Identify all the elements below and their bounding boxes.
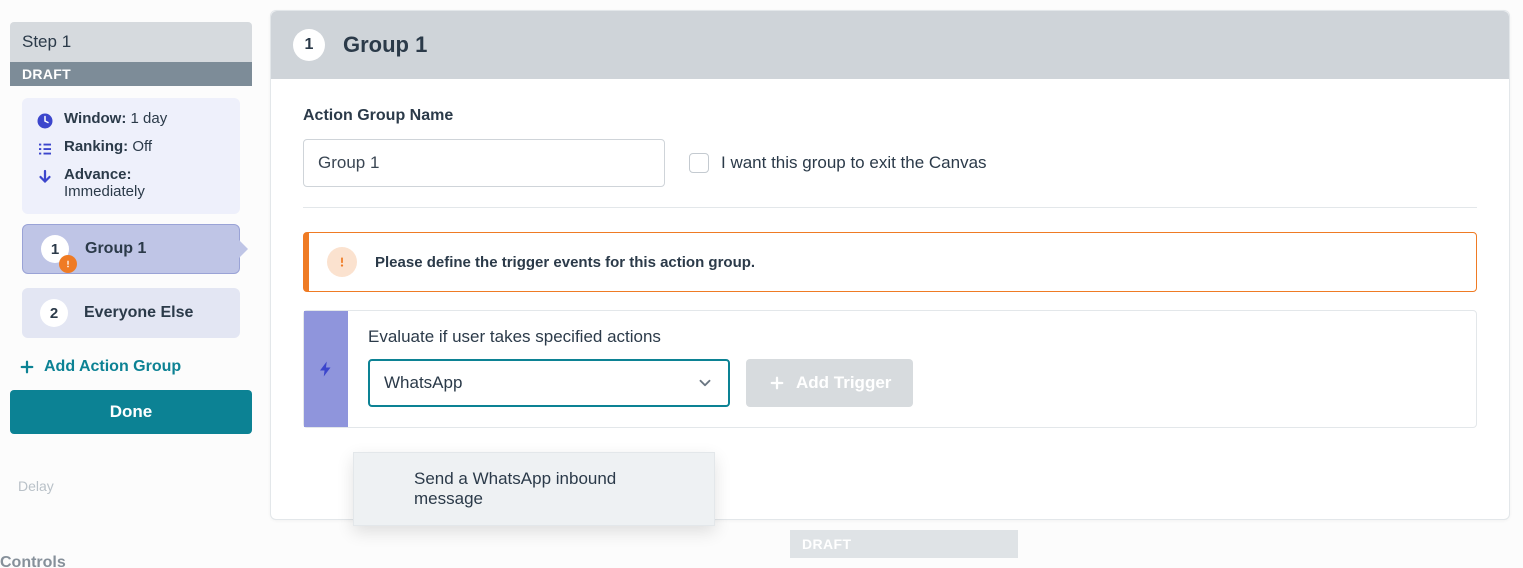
footer-draft-label: DRAFT bbox=[802, 536, 851, 552]
summary-ranking: Ranking: Off bbox=[36, 138, 226, 158]
warning-icon bbox=[59, 255, 77, 273]
advance-value: Immediately bbox=[64, 183, 145, 200]
exit-canvas-row[interactable]: I want this group to exit the Canvas bbox=[689, 153, 987, 173]
exit-canvas-checkbox[interactable] bbox=[689, 153, 709, 173]
ranking-value: Off bbox=[132, 138, 152, 155]
background-delay-label: Delay bbox=[18, 478, 54, 494]
done-button-label: Done bbox=[110, 402, 153, 421]
main-body: Action Group Name I want this group to e… bbox=[271, 79, 1509, 438]
plus-icon bbox=[18, 358, 36, 376]
plus-icon bbox=[768, 374, 786, 392]
name-field-row: I want this group to exit the Canvas bbox=[303, 139, 1477, 187]
evaluate-label: Evaluate if user takes specified actions bbox=[368, 327, 1456, 347]
step-header: Step 1 bbox=[10, 22, 252, 62]
header-number-badge: 1 bbox=[293, 29, 325, 61]
divider bbox=[303, 207, 1477, 208]
advance-label: Advance: bbox=[64, 166, 132, 183]
summary-advance: Advance:Immediately bbox=[36, 166, 226, 200]
group-list: 1 Group 1 2 Everyone Else bbox=[10, 224, 252, 338]
ranking-icon bbox=[36, 140, 54, 158]
step-label: Step 1 bbox=[22, 32, 71, 51]
done-button[interactable]: Done bbox=[10, 390, 252, 434]
sidebar-group-2-label: Everyone Else bbox=[84, 304, 193, 322]
window-label: Window: bbox=[64, 110, 126, 127]
name-field-label: Action Group Name bbox=[303, 107, 1477, 125]
sidebar-group-1[interactable]: 1 Group 1 bbox=[22, 224, 240, 274]
sidebar-group-2-number: 2 bbox=[40, 299, 68, 327]
background-controls-label: Controls bbox=[0, 554, 66, 568]
evaluate-block: Evaluate if user takes specified actions… bbox=[303, 310, 1477, 428]
sidebar-group-1-label: Group 1 bbox=[85, 240, 146, 258]
ranking-label: Ranking: bbox=[64, 138, 128, 155]
page-title: Group 1 bbox=[343, 32, 427, 58]
evaluate-body: Evaluate if user takes specified actions… bbox=[348, 311, 1476, 427]
footer-draft-pill: DRAFT bbox=[790, 530, 1018, 558]
main-panel: 1 Group 1 Action Group Name I want this … bbox=[270, 10, 1510, 520]
trigger-type-value: WhatsApp bbox=[384, 373, 462, 393]
summary-window: Window: 1 day bbox=[36, 110, 226, 130]
trigger-type-dropdown: Send a WhatsApp inbound message bbox=[353, 452, 715, 526]
sidebar: Step 1 DRAFT Window: 1 day Ranking: Off bbox=[10, 22, 252, 434]
main-header: 1 Group 1 bbox=[271, 11, 1509, 79]
alert-message: Please define the trigger events for thi… bbox=[375, 254, 755, 271]
clock-icon bbox=[36, 112, 54, 130]
alert-banner: Please define the trigger events for thi… bbox=[303, 232, 1477, 292]
bolt-icon bbox=[317, 358, 335, 380]
draft-badge-text: DRAFT bbox=[22, 66, 71, 82]
group-name-input[interactable] bbox=[303, 139, 665, 187]
add-action-group-label: Add Action Group bbox=[44, 358, 181, 376]
dropdown-option-label: Send a WhatsApp inbound message bbox=[414, 469, 616, 508]
dropdown-option-whatsapp-inbound[interactable]: Send a WhatsApp inbound message bbox=[354, 453, 714, 525]
add-action-group-button[interactable]: Add Action Group bbox=[10, 352, 252, 390]
add-trigger-label: Add Trigger bbox=[796, 373, 891, 393]
evaluate-controls: WhatsApp Add Trigger bbox=[368, 359, 1456, 407]
chevron-down-icon bbox=[696, 374, 714, 392]
add-trigger-button[interactable]: Add Trigger bbox=[746, 359, 913, 407]
trigger-type-select[interactable]: WhatsApp bbox=[368, 359, 730, 407]
evaluate-side-bar bbox=[304, 311, 348, 427]
exit-canvas-label: I want this group to exit the Canvas bbox=[721, 153, 987, 173]
window-value: 1 day bbox=[131, 110, 168, 127]
draft-badge: DRAFT bbox=[10, 62, 252, 86]
sidebar-group-2[interactable]: 2 Everyone Else bbox=[22, 288, 240, 338]
alert-icon bbox=[327, 247, 357, 277]
step-summary-card: Window: 1 day Ranking: Off Advance:Immed… bbox=[22, 98, 240, 214]
advance-arrow-icon bbox=[36, 168, 54, 186]
